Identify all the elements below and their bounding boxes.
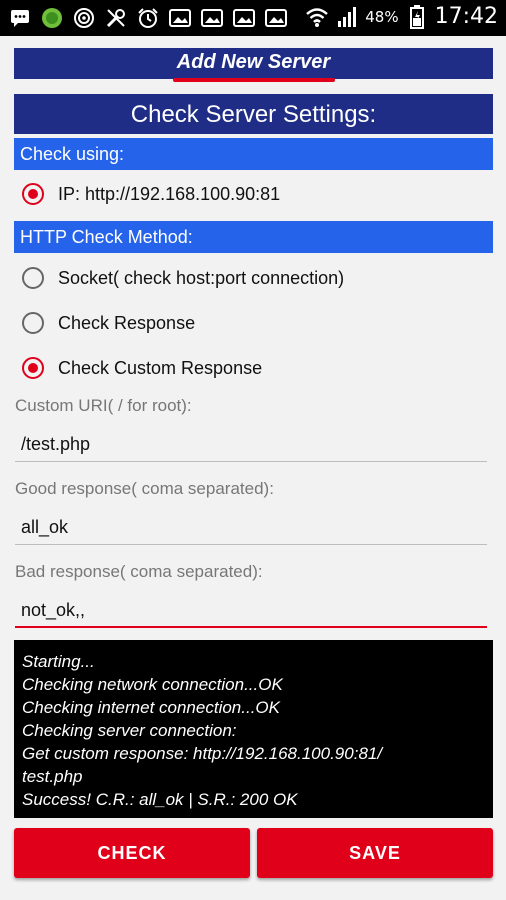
target-icon (72, 6, 96, 30)
settings-header: Check Server Settings: (14, 94, 493, 134)
settings-header-title: Check Server Settings: (130, 101, 377, 128)
http-method-section-header: HTTP Check Method: (14, 221, 493, 253)
system-indicators: 48% 17:42 (305, 4, 498, 29)
radio-socket-option[interactable]: Socket( check host:port connection) (22, 261, 344, 295)
circle-app-icon (40, 6, 64, 30)
radio-ip-label: IP: http://192.168.100.90:81 (58, 183, 281, 204)
log-line: test.php (22, 767, 83, 786)
tools-icon (104, 6, 128, 30)
radio-button-checked[interactable] (22, 357, 44, 379)
http-method-title: HTTP Check Method: (20, 227, 193, 247)
radio-ip-option[interactable]: IP: http://192.168.100.90:81 (22, 177, 280, 211)
log-line: Checking internet connection...OK (22, 698, 280, 717)
check-using-section-header: Check using: (14, 138, 493, 170)
gallery-icon (264, 6, 288, 30)
alarm-icon (136, 6, 160, 30)
app-title: Add New Server (176, 51, 331, 73)
radio-check-response-option[interactable]: Check Response (22, 306, 195, 340)
bad-response-input[interactable] (15, 594, 487, 628)
radio-button-checked[interactable] (22, 183, 44, 205)
chat-icon (8, 6, 32, 30)
gallery-icon (168, 6, 192, 30)
custom-uri-label: Custom URI( / for root): (15, 396, 192, 415)
clock: 17:42 (434, 4, 498, 29)
status-bar: 48% 17:42 (0, 0, 506, 36)
radio-custom-response-option[interactable]: Check Custom Response (22, 351, 262, 385)
signal-icon (335, 5, 359, 29)
radio-button[interactable] (22, 267, 44, 289)
radio-custom-response-label: Check Custom Response (58, 357, 263, 378)
log-line: Checking network connection...OK (22, 675, 283, 694)
radio-check-response-label: Check Response (58, 312, 196, 333)
wifi-icon (305, 5, 329, 29)
gallery-icon (232, 6, 256, 30)
radio-button[interactable] (22, 312, 44, 334)
battery-icon (405, 4, 429, 29)
battery-percent: 48% (365, 7, 399, 26)
bad-response-label: Bad response( coma separated): (15, 562, 263, 581)
check-using-title: Check using: (20, 144, 125, 164)
check-button[interactable]: CHECK (14, 828, 250, 878)
radio-socket-label: Socket( check host:port connection) (58, 267, 345, 288)
log-console: Starting... Checking network connection.… (14, 640, 493, 818)
save-button[interactable]: SAVE (257, 828, 493, 878)
app-title-bar: Add New Server (14, 48, 493, 79)
log-line: Starting... (22, 652, 95, 671)
good-response-label: Good response( coma separated): (15, 479, 274, 498)
log-line: Checking server connection: (22, 721, 237, 740)
log-line: Success! C.R.: all_ok | S.R.: 200 OK (22, 790, 298, 809)
title-underline (173, 78, 335, 82)
gallery-icon (200, 6, 224, 30)
log-line: Get custom response: http://192.168.100.… (22, 744, 383, 763)
good-response-input[interactable] (15, 511, 487, 545)
notification-icons (8, 6, 288, 30)
custom-uri-input[interactable] (15, 428, 487, 462)
